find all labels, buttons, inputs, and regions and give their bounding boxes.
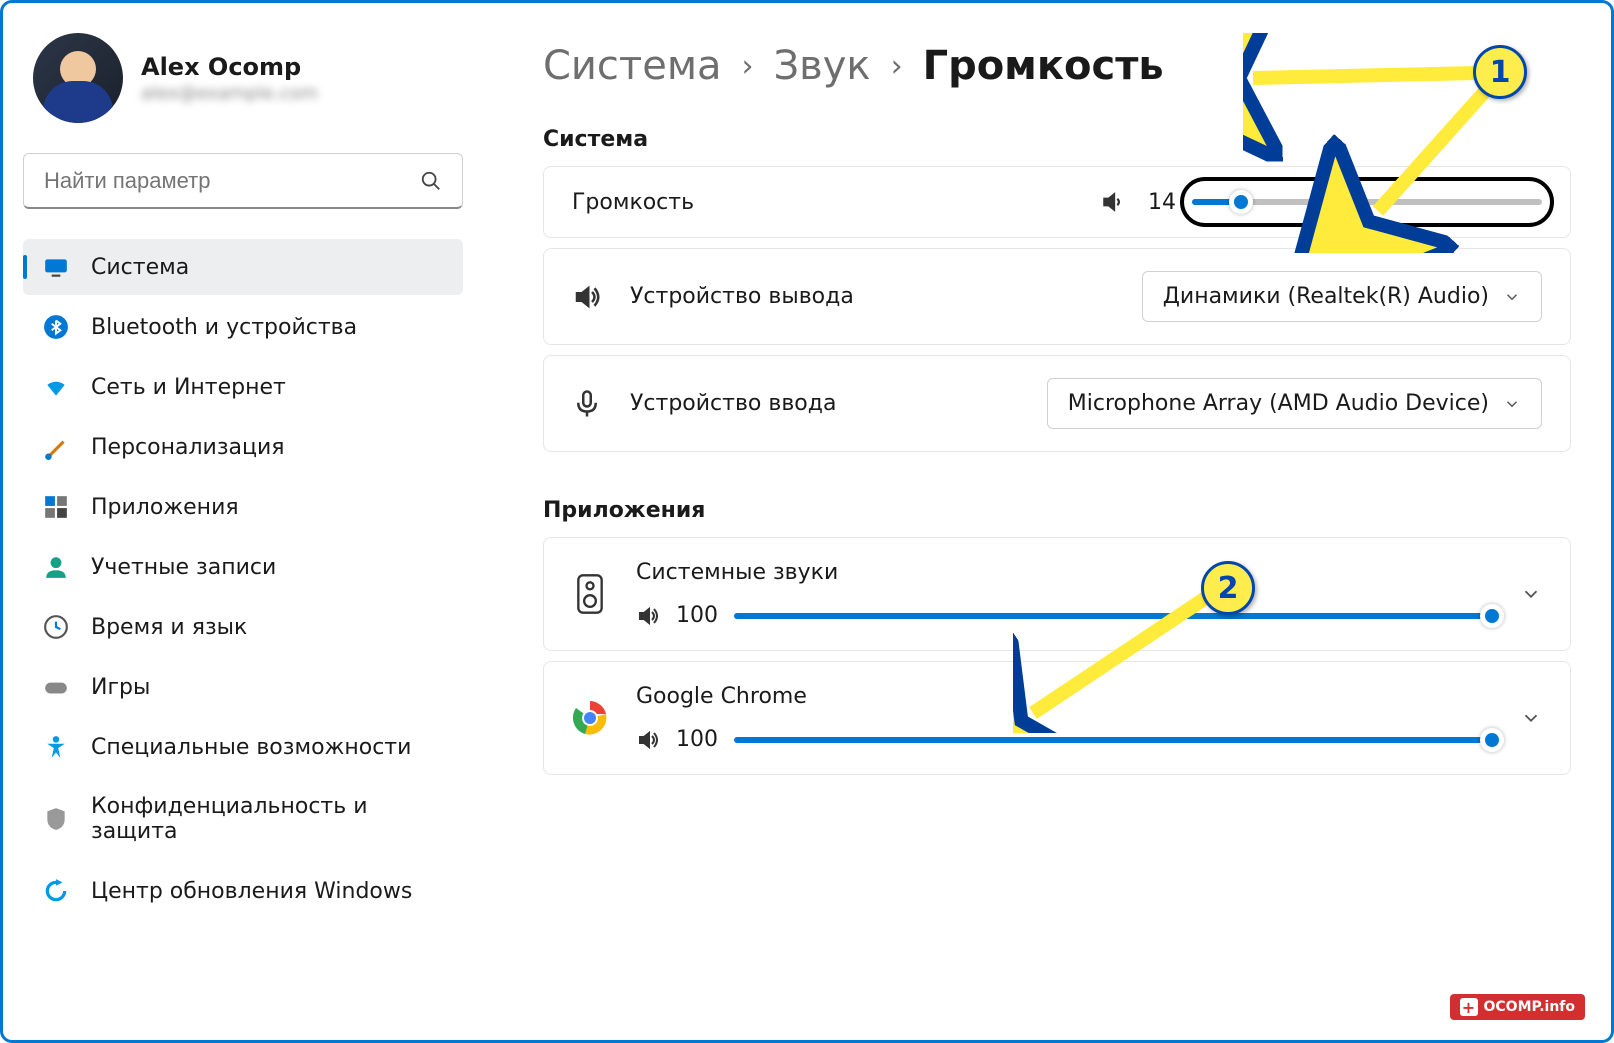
sidebar-item-label: Время и язык [91, 615, 247, 640]
volume-icon[interactable] [636, 728, 660, 752]
sidebar-item-apps[interactable]: Приложения [23, 479, 463, 535]
shield-icon [43, 806, 69, 832]
search-box[interactable] [23, 153, 463, 209]
profile-name: Alex Ocomp [141, 53, 318, 81]
section-title-system: Система [543, 127, 1571, 152]
app-volume-value: 100 [676, 603, 718, 628]
chevron-down-icon[interactable] [1520, 583, 1542, 605]
input-label: Устройство ввода [630, 391, 1047, 416]
volume-label: Громкость [572, 190, 1100, 215]
app-volume-value: 100 [676, 727, 718, 752]
profile-block[interactable]: Alex Ocomp alex@example.com [23, 33, 463, 123]
brush-icon [43, 434, 69, 460]
bluetooth-icon [43, 314, 69, 340]
sidebar-item-label: Персонализация [91, 435, 285, 460]
breadcrumb-system[interactable]: Система [543, 43, 722, 89]
chrome-icon [572, 700, 608, 736]
volume-card: 14 Громкость 14 [543, 166, 1571, 238]
output-device-value: Динамики (Realtek(R) Audio) [1163, 284, 1489, 309]
sidebar-item-games[interactable]: Игры [23, 659, 463, 715]
main-content: Система › Звук › Громкость Система 14 Гр… [483, 3, 1611, 1040]
sidebar-item-label: Система [91, 255, 189, 280]
output-label: Устройство вывода [630, 284, 1142, 309]
app-volume-slider[interactable] [734, 613, 1492, 619]
input-device-card: Устройство ввода Microphone Array (AMD A… [543, 355, 1571, 452]
sidebar-item-time[interactable]: Время и язык [23, 599, 463, 655]
chevron-right-icon: › [742, 49, 754, 84]
input-device-dropdown[interactable]: Microphone Array (AMD Audio Device) [1047, 378, 1542, 429]
profile-email: alex@example.com [141, 83, 318, 104]
chevron-down-icon[interactable] [1520, 707, 1542, 729]
volume-icon[interactable] [1100, 189, 1126, 215]
breadcrumb-sound[interactable]: Звук [774, 43, 871, 89]
system-icon [43, 254, 69, 280]
breadcrumb-current: Громкость [923, 43, 1164, 89]
volume-slider-wrap: 14 [1100, 189, 1542, 215]
app-name: Системные звуки [636, 560, 1492, 585]
sidebar-item-label: Bluetooth и устройства [91, 315, 357, 340]
sidebar-item-personalization[interactable]: Персонализация [23, 419, 463, 475]
input-device-value: Microphone Array (AMD Audio Device) [1068, 391, 1489, 416]
volume-icon[interactable] [636, 604, 660, 628]
section-title-apps: Приложения [543, 498, 1571, 523]
sidebar-item-accessibility[interactable]: Специальные возможности [23, 719, 463, 775]
chevron-right-icon: › [891, 49, 903, 84]
sidebar-item-accounts[interactable]: Учетные записи [23, 539, 463, 595]
update-icon [43, 878, 69, 904]
search-input[interactable] [44, 168, 420, 194]
nav-list: Система Bluetooth и устройства Сеть и Ин… [23, 239, 463, 919]
sidebar-item-label: Специальные возможности [91, 735, 411, 760]
clock-icon [43, 614, 69, 640]
sidebar-item-privacy[interactable]: Конфиденциальность и защита [23, 779, 463, 859]
volume-slider[interactable] [1192, 199, 1542, 205]
watermark: + OCOMP.info [1450, 994, 1586, 1020]
sidebar-item-update[interactable]: Центр обновления Windows [23, 863, 463, 919]
sidebar-item-label: Приложения [91, 495, 239, 520]
sidebar: Alex Ocomp alex@example.com Система Blue… [3, 3, 483, 1040]
app-volume-slider[interactable] [734, 737, 1492, 743]
accessibility-icon [43, 734, 69, 760]
app-card-system-sounds: Системные звуки 100 [543, 537, 1571, 651]
avatar [33, 33, 123, 123]
output-device-card: Устройство вывода Динамики (Realtek(R) A… [543, 248, 1571, 345]
sidebar-item-label: Игры [91, 675, 150, 700]
sidebar-item-label: Учетные записи [91, 555, 276, 580]
sidebar-item-network[interactable]: Сеть и Интернет [23, 359, 463, 415]
sidebar-item-label: Конфиденциальность и защита [91, 794, 443, 844]
output-device-dropdown[interactable]: Динамики (Realtek(R) Audio) [1142, 271, 1542, 322]
account-icon [43, 554, 69, 580]
app-name: Google Chrome [636, 684, 1492, 709]
volume-value: 14 [1142, 190, 1176, 215]
app-card-chrome: Google Chrome 100 [543, 661, 1571, 775]
sidebar-item-system[interactable]: Система [23, 239, 463, 295]
breadcrumb: Система › Звук › Громкость [543, 43, 1571, 89]
microphone-icon [572, 389, 602, 419]
chevron-down-icon [1503, 395, 1521, 413]
search-icon [420, 170, 442, 192]
sidebar-item-bluetooth[interactable]: Bluetooth и устройства [23, 299, 463, 355]
sidebar-item-label: Сеть и Интернет [91, 375, 286, 400]
sidebar-item-label: Центр обновления Windows [91, 879, 412, 904]
games-icon [43, 674, 69, 700]
chevron-down-icon [1503, 288, 1521, 306]
speaker-device-icon [572, 576, 608, 612]
apps-icon [43, 494, 69, 520]
wifi-icon [43, 374, 69, 400]
speaker-out-icon [572, 282, 602, 312]
